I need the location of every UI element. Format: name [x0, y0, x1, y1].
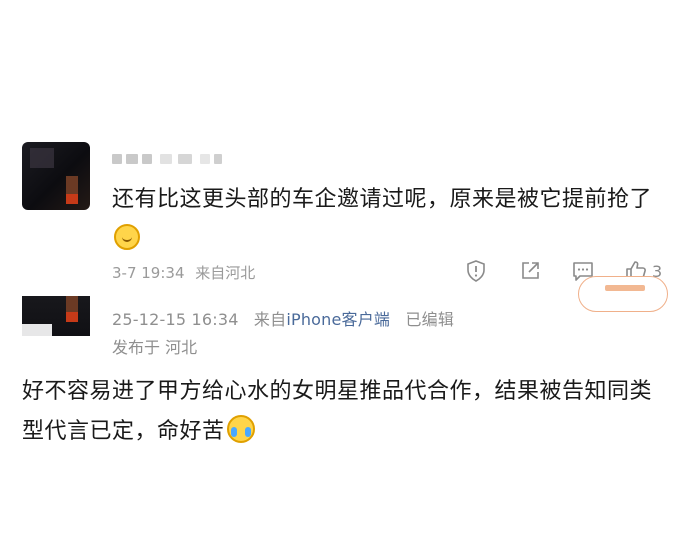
face-with-hand-over-mouth-icon: [114, 224, 140, 250]
crying-face-icon: [226, 415, 255, 443]
post-text: 好不容易进了甲方给心水的女明星推品代合作，结果被告知同类型代言已定，命好苦: [22, 379, 653, 444]
post-source-device[interactable]: iPhone客户端: [286, 310, 390, 329]
report-button[interactable]: [464, 258, 488, 284]
share-button[interactable]: [518, 258, 542, 284]
edited-label: 已编辑: [405, 310, 455, 329]
comment-meta: 3-7 19:34 来自河北: [112, 262, 255, 283]
post-time: 25-12-15 16:34: [112, 310, 239, 329]
avatar[interactable]: [22, 296, 90, 336]
report-icon: [467, 260, 485, 282]
comment-time: 3-7 19:34: [112, 264, 185, 282]
comment-location: 来自河北: [195, 264, 256, 282]
follow-button[interactable]: [578, 276, 668, 312]
comment-text: 还有比这更头部的车企邀请过呢，原来是被它提前抢了: [112, 180, 672, 260]
post-location: 发布于 河北: [112, 338, 198, 357]
post-source-prefix: 来自: [253, 310, 287, 329]
share-icon: [522, 262, 539, 279]
post-meta: 25-12-15 16:34 来自iPhone客户端 已编辑: [112, 306, 454, 330]
avatar[interactable]: [22, 142, 90, 210]
username-blurred[interactable]: [112, 150, 232, 168]
